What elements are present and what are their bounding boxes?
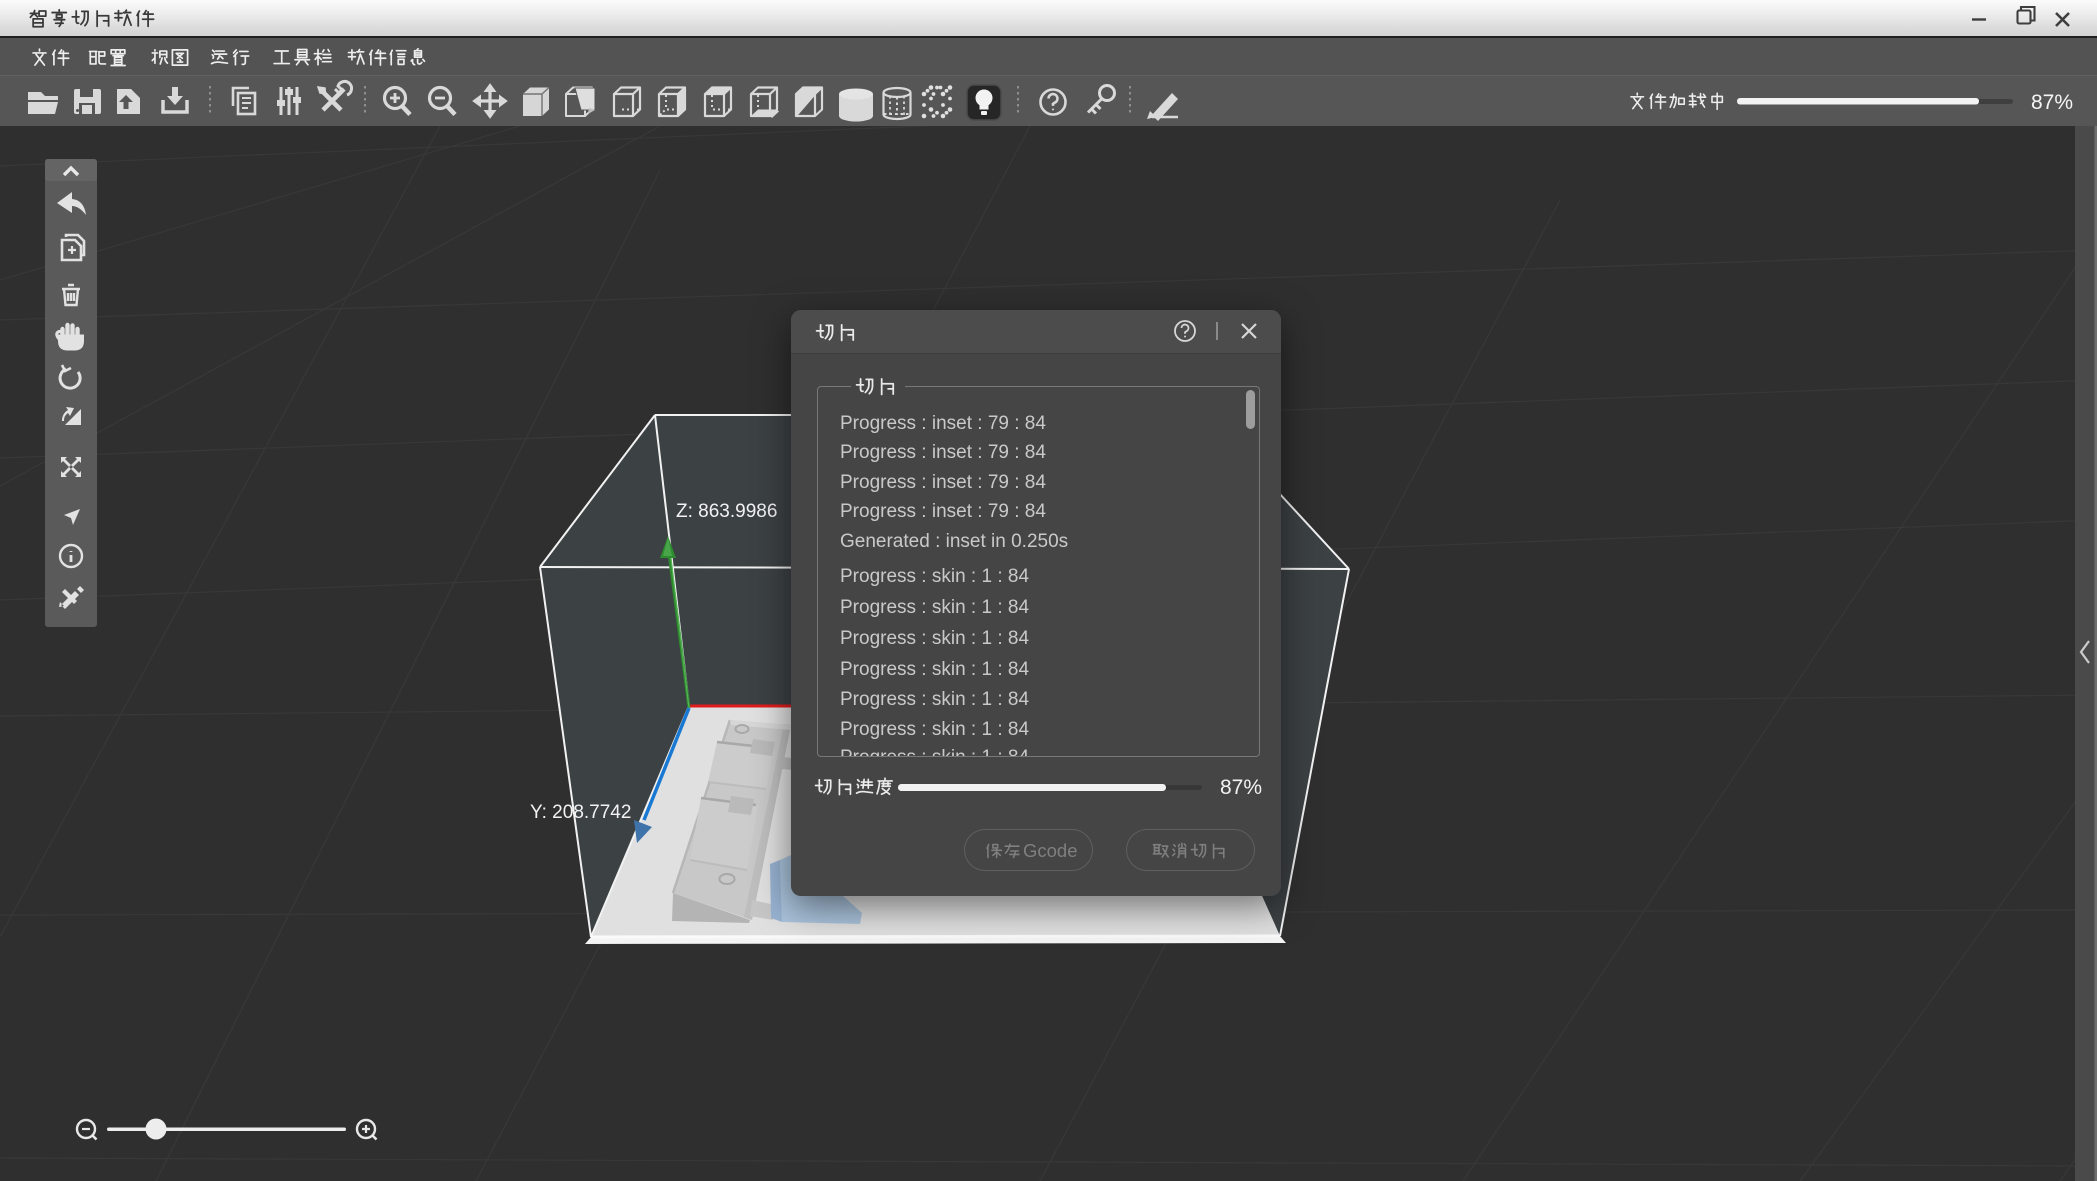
svg-text:Y: 208.7742: Y: 208.7742 [530, 802, 631, 823]
svg-text:87%: 87% [2031, 91, 2073, 114]
svg-text:Z: 863.9986: Z: 863.9986 [676, 501, 777, 522]
